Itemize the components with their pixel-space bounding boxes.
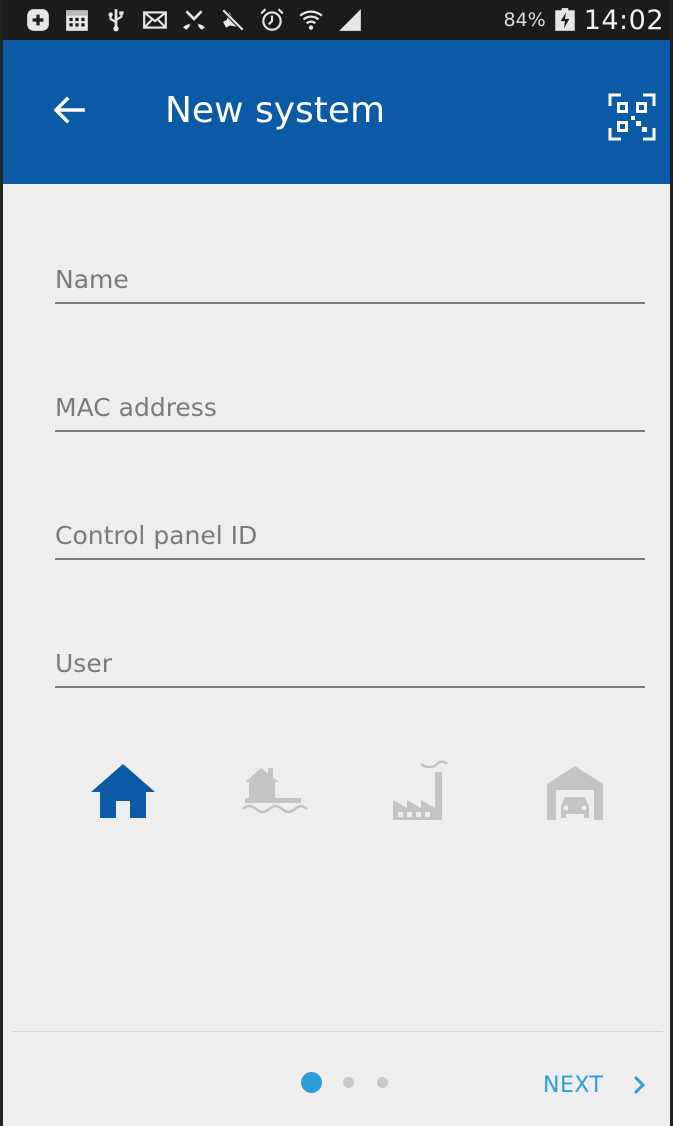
home-type-button[interactable] xyxy=(87,754,159,824)
calendar-icon xyxy=(64,7,90,33)
user-input[interactable] xyxy=(55,649,645,678)
plus-box-icon xyxy=(25,7,51,33)
chevron-right-icon xyxy=(634,1075,646,1095)
mute-icon xyxy=(220,7,246,33)
home-icon xyxy=(91,764,155,818)
mac-address-field[interactable] xyxy=(55,362,645,432)
user-field[interactable] xyxy=(55,618,645,688)
name-input[interactable] xyxy=(55,265,645,294)
battery-charging-icon xyxy=(552,7,578,33)
alarm-icon xyxy=(259,7,285,33)
signal-icon xyxy=(337,7,363,33)
control-panel-id-input[interactable] xyxy=(55,521,645,550)
status-bar: 84% 14:02 xyxy=(3,0,670,40)
qr-scan-button[interactable] xyxy=(607,92,657,142)
battery-percent: 84% xyxy=(503,9,546,31)
usb-icon xyxy=(103,7,129,33)
mac-address-input[interactable] xyxy=(55,393,645,422)
next-label: NEXT xyxy=(543,1072,604,1098)
app-bar: New system xyxy=(3,40,670,184)
footer-divider xyxy=(13,1031,663,1032)
page-indicator-dot xyxy=(343,1077,354,1088)
back-button[interactable] xyxy=(47,88,91,132)
control-panel-id-field[interactable] xyxy=(55,490,645,560)
lake-house-icon xyxy=(242,768,308,814)
email-icon xyxy=(142,7,168,33)
page-title: New system xyxy=(165,90,386,131)
garage-type-button[interactable] xyxy=(539,754,611,824)
page-indicator-dot-active xyxy=(301,1072,322,1093)
name-field[interactable] xyxy=(55,234,645,304)
lake-house-type-button[interactable] xyxy=(239,754,311,824)
factory-type-button[interactable] xyxy=(389,754,461,824)
status-time: 14:02 xyxy=(583,4,664,36)
app-screen: 84% 14:02 New system Name MAC address Co… xyxy=(0,0,673,1126)
page-indicator-dot xyxy=(377,1077,388,1088)
qr-code-scan-icon xyxy=(608,93,656,141)
wifi-icon xyxy=(298,7,324,33)
factory-icon xyxy=(393,760,448,820)
next-button[interactable]: NEXT xyxy=(543,1068,647,1102)
missed-call-icon xyxy=(181,7,207,33)
garage-icon xyxy=(547,766,603,820)
arrow-left-icon xyxy=(53,96,85,124)
